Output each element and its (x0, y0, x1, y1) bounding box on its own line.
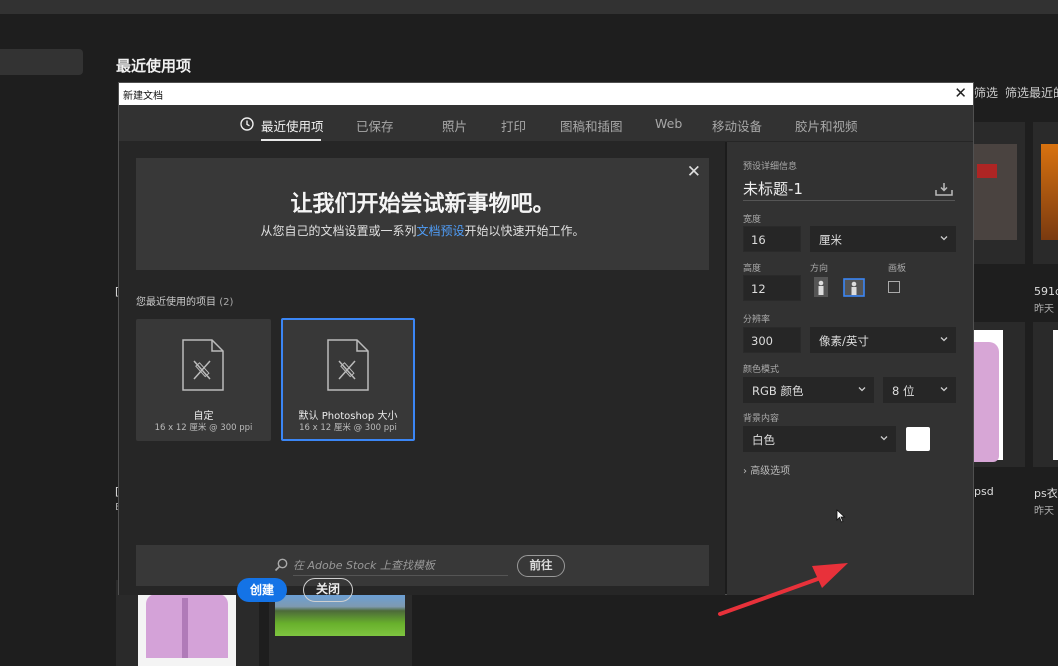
background-color-swatch[interactable] (906, 427, 930, 451)
resolution-unit-select[interactable]: 像素/英寸 (810, 327, 956, 353)
recent-file-thumb[interactable] (973, 322, 1025, 467)
landscape-icon[interactable] (843, 276, 865, 298)
width-input[interactable]: 16 (743, 226, 801, 252)
document-name-underline (743, 200, 955, 201)
presets-pane: ✕ 让我们开始尝试新事物吧。 从您自己的文档设置或一系列文档预设开始以快速开始工… (119, 142, 725, 595)
color-mode-value: RGB 颜色 (752, 384, 804, 398)
chevron-down-icon (858, 387, 866, 392)
create-button[interactable]: 创建 (237, 578, 287, 602)
close-button[interactable]: 关闭 (303, 578, 353, 602)
width-unit-value: 厘米 (819, 233, 842, 247)
color-mode-select[interactable]: RGB 颜色 (743, 377, 874, 403)
banner-text: 从您自己的文档设置或一系列文档预设开始以快速开始工作。 (136, 222, 709, 239)
document-icon (327, 339, 369, 391)
preset-tabs: 最近使用项 已保存 照片 打印 图稿和插图 Web 移动设备 胶片和视频 (119, 105, 973, 142)
width-unit-select[interactable]: 厘米 (810, 226, 956, 252)
preset-name: 默认 Photoshop 大小 (298, 411, 398, 422)
recent-file-thumb[interactable] (1033, 122, 1058, 264)
height-input[interactable]: 12 (743, 275, 801, 301)
banner-heading: 让我们开始尝试新事物吧。 (290, 192, 555, 217)
recent-file-name: psd (974, 485, 994, 498)
document-icon (182, 339, 224, 391)
height-label: 高度 (743, 264, 762, 274)
go-button[interactable]: 前往 (517, 555, 565, 577)
preset-meta: 16 x 12 厘米 @ 300 ppi (154, 423, 253, 433)
chevron-down-icon (880, 436, 888, 441)
document-name-field[interactable]: 未标题-1 (743, 178, 803, 199)
save-preset-icon[interactable] (935, 182, 953, 196)
banner-text-end: 开始以快速开始工作。 (464, 224, 585, 238)
dialog-title-bar: 新建文档 ✕ (119, 83, 973, 105)
tab-saved[interactable]: 已保存 (356, 116, 394, 135)
recent-file-thumb[interactable] (973, 122, 1025, 264)
tab-film-video[interactable]: 胶片和视频 (795, 116, 858, 135)
recent-items-label: 您最近使用的项目 (136, 297, 216, 308)
resolution-label: 分辨率 (743, 315, 771, 325)
resolution-input[interactable]: 300 (743, 327, 801, 353)
preset-card-custom[interactable]: 自定 16 x 12 厘米 @ 300 ppi (136, 319, 271, 441)
color-mode-label: 颜色模式 (743, 365, 780, 375)
advanced-options-toggle[interactable]: › 高级选项 (743, 462, 790, 477)
canvas-checkbox[interactable] (888, 281, 900, 293)
background-contents-select[interactable]: 白色 (743, 426, 896, 452)
dialog-close-icon[interactable]: ✕ (954, 84, 967, 102)
bit-depth-select[interactable]: 8 位 (883, 377, 956, 403)
recent-clock-icon (240, 117, 254, 131)
preset-details-label: 预设详细信息 (743, 162, 798, 172)
preset-details-pane: 预设详细信息 未标题-1 宽度 16 厘米 高度 12 方向 画板 分辨率 30… (727, 142, 973, 595)
width-label: 宽度 (743, 215, 762, 225)
advanced-options-label: 高级选项 (750, 466, 791, 477)
recent-items-count: (2) (219, 297, 234, 308)
chevron-down-icon (940, 337, 948, 342)
recent-file-date: 昨天 (1034, 506, 1054, 517)
home-section-title: 最近使用项 (116, 57, 192, 75)
active-tab-underline (261, 139, 321, 141)
banner-close-icon[interactable]: ✕ (687, 162, 701, 182)
recent-file-date: 昨天 (1034, 304, 1054, 315)
sidebar-item[interactable] (0, 49, 83, 75)
banner-text-start: 从您自己的文档设置或一系列 (260, 224, 417, 238)
chevron-down-icon (940, 236, 948, 241)
canvas-label: 画板 (888, 264, 907, 274)
chevron-right-icon: › (743, 466, 747, 477)
bit-depth-value: 8 位 (892, 384, 915, 398)
dialog-title: 新建文档 (123, 91, 163, 102)
background-contents-label: 背景内容 (743, 414, 780, 424)
stock-search-input[interactable] (293, 556, 508, 576)
orientation-label: 方向 (810, 264, 829, 274)
filter-label[interactable]: 筛选 (974, 84, 998, 101)
tab-mobile[interactable]: 移动设备 (712, 116, 762, 135)
recent-items-header: 您最近使用的项目 (2) (136, 293, 233, 308)
chevron-down-icon (940, 387, 948, 392)
tab-art-illustration[interactable]: 图稿和插图 (560, 116, 623, 135)
cursor-icon (836, 509, 846, 523)
tab-print[interactable]: 打印 (501, 116, 526, 135)
preset-meta: 16 x 12 厘米 @ 300 ppi (299, 423, 397, 433)
preset-name: 自定 (193, 411, 214, 422)
document-presets-link[interactable]: 文档预设 (416, 224, 464, 238)
search-icon (274, 558, 288, 572)
recent-file-name: ps衣 (1034, 487, 1058, 500)
tab-photo[interactable]: 照片 (442, 116, 467, 135)
filter-recent-input[interactable]: 筛选最近的 (1005, 84, 1058, 101)
app-top-bar (0, 0, 1058, 14)
preset-card-default-photoshop[interactable]: 默认 Photoshop 大小 16 x 12 厘米 @ 300 ppi (281, 318, 415, 441)
resolution-unit-value: 像素/英寸 (819, 334, 869, 348)
tab-web[interactable]: Web (655, 116, 682, 131)
stock-search-bar: 前往 (136, 545, 709, 586)
recent-file-thumb[interactable] (1033, 322, 1058, 467)
background-contents-value: 白色 (752, 433, 775, 447)
recent-file-name: 591d (1034, 285, 1058, 298)
tab-recent[interactable]: 最近使用项 (261, 116, 324, 135)
portrait-icon[interactable] (810, 276, 832, 298)
welcome-banner: ✕ 让我们开始尝试新事物吧。 从您自己的文档设置或一系列文档预设开始以快速开始工… (136, 158, 709, 270)
